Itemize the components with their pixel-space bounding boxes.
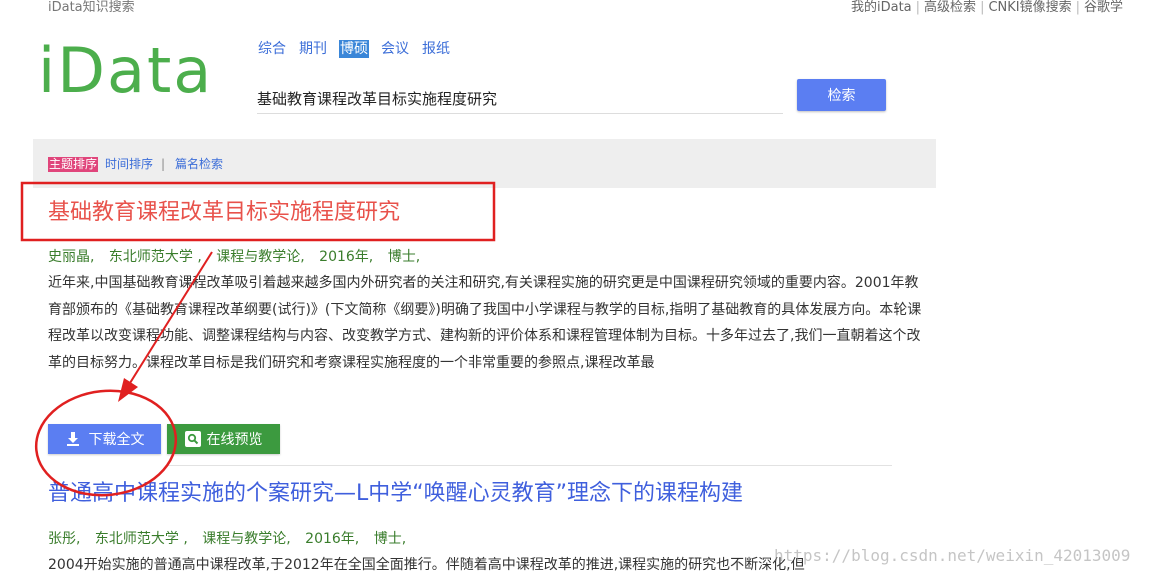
download-fulltext-button[interactable]: 下载全文	[48, 424, 161, 454]
separator: |	[980, 0, 985, 15]
tab-comprehensive[interactable]: 综合	[257, 40, 287, 58]
annotation-arrowhead	[118, 378, 138, 402]
search-input[interactable]	[257, 84, 783, 114]
result-subject[interactable]: 课程与教学论,	[216, 249, 304, 265]
result-divider	[166, 465, 892, 466]
result-title[interactable]: 基础教育课程改革目标实施程度研究	[48, 200, 400, 226]
site-name[interactable]: iData知识搜索	[48, 0, 135, 15]
result-degree: 博士,	[373, 531, 407, 547]
my-idata-link[interactable]: 我的iData	[851, 0, 912, 15]
result-meta: 史丽晶, 东北师范大学 , 课程与教学论, 2016年, 博士,	[48, 246, 430, 266]
tab-journals[interactable]: 期刊	[298, 40, 328, 58]
result-title[interactable]: 普通高中课程实施的个案研究—L中学“唤醒心灵教育”理念下的课程构建	[48, 481, 743, 507]
search-button[interactable]: 检索	[797, 79, 886, 111]
result-author[interactable]: 张彤,	[48, 531, 80, 547]
result-school[interactable]: 东北师范大学 ,	[95, 531, 188, 547]
idata-logo[interactable]: iData	[38, 40, 213, 102]
sort-by-time[interactable]: 时间排序	[105, 157, 153, 172]
sort-by-topic[interactable]: 主题排序	[48, 157, 99, 172]
online-preview-button[interactable]: 在线预览	[167, 424, 280, 454]
advanced-search-link[interactable]: 高级检索	[924, 0, 976, 15]
result-degree: 博士,	[387, 249, 421, 265]
result-abstract: 近年来,中国基础教育课程改革吸引着越来越多国内外研究者的关注和研究,有关课程实施…	[48, 275, 922, 371]
download-icon	[66, 432, 79, 446]
category-tabs: 综合 期刊 博硕 会议 报纸	[257, 40, 462, 58]
title-search[interactable]: 篇名检索	[175, 157, 223, 172]
google-scholar-link[interactable]: 谷歌学	[1084, 0, 1123, 15]
tab-theses[interactable]: 博硕	[339, 40, 369, 58]
sort-bar: 主题排序 时间排序 | 篇名检索	[33, 139, 936, 188]
result-school[interactable]: 东北师范大学 ,	[109, 249, 202, 265]
result-subject[interactable]: 课程与教学论,	[202, 531, 290, 547]
result-year: 2016年,	[305, 531, 360, 547]
search-icon	[184, 431, 201, 447]
download-label: 下载全文	[88, 431, 145, 447]
top-links: 我的iData | 高级检索 | CNKI镜像搜索 | 谷歌学	[851, 0, 1123, 15]
cnki-mirror-link[interactable]: CNKI镜像搜索	[988, 0, 1071, 15]
separator: |	[161, 157, 166, 171]
result-year: 2016年,	[319, 249, 374, 265]
result-author[interactable]: 史丽晶,	[48, 249, 94, 265]
separator: |	[1075, 0, 1081, 15]
top-bar: iData知识搜索 我的iData | 高级检索 | CNKI镜像搜索 | 谷歌学	[0, 0, 1154, 15]
result-meta: 张彤, 东北师范大学 , 课程与教学论, 2016年, 博士,	[48, 528, 416, 548]
separator: |	[915, 0, 921, 15]
watermark: https://blog.csdn.net/weixin_42013009	[774, 546, 1131, 565]
preview-label: 在线预览	[206, 431, 263, 447]
tab-conferences[interactable]: 会议	[380, 40, 410, 58]
tab-newspapers[interactable]: 报纸	[421, 40, 451, 58]
